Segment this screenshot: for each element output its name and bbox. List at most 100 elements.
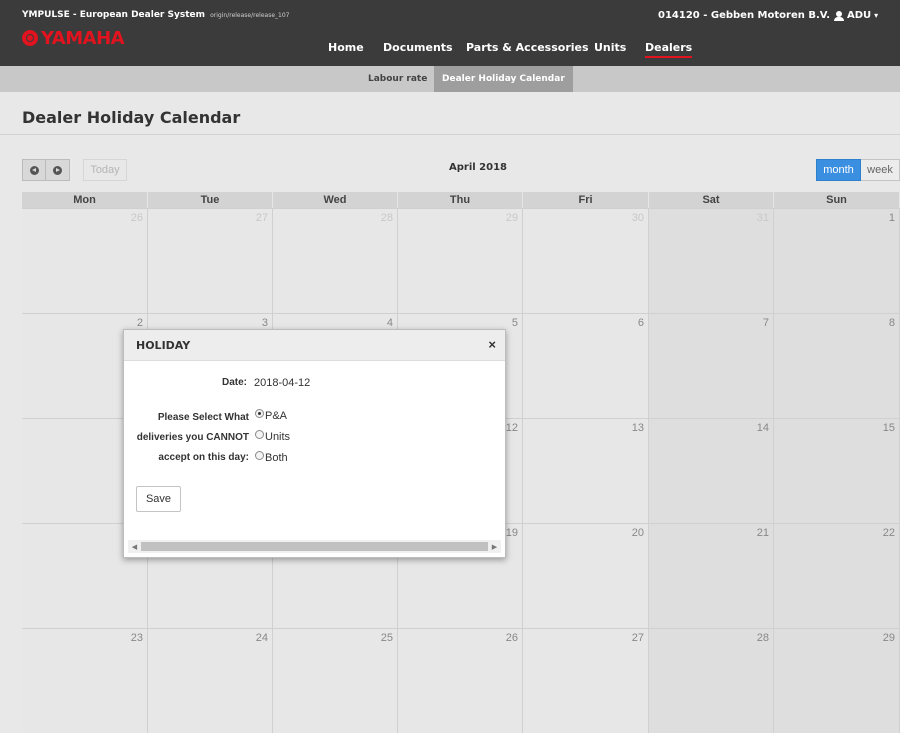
close-icon[interactable]: × [488,337,496,352]
day-number: 30 [631,212,644,224]
day-number: 7 [762,317,769,329]
weekday-thu: Thu [398,192,523,208]
weekday-wed: Wed [273,192,398,208]
scrollbar-thumb[interactable] [141,542,488,551]
today-button[interactable]: Today [83,159,127,181]
day-cell[interactable]: 6 [523,313,649,418]
subnav-dealer-holiday-calendar[interactable]: Dealer Holiday Calendar [434,66,573,92]
day-cell[interactable]: 27 [523,628,649,733]
radio-pa[interactable]: P&A [255,409,287,422]
radio-unchecked-icon[interactable] [255,451,264,460]
day-cell[interactable]: 8 [774,313,900,418]
top-header: YMPULSE - European Dealer System origin/… [0,0,900,66]
month-view-button[interactable]: month [816,159,861,181]
page-title: Dealer Holiday Calendar [22,108,241,127]
user-name: ADU [847,10,872,21]
week-row: 23 24 25 26 27 28 29 [22,628,900,733]
weekday-sat: Sat [649,192,774,208]
day-number: 29 [505,212,518,224]
radio-unchecked-icon[interactable] [255,430,264,439]
day-number: 26 [130,212,143,224]
weekday-sun: Sun [774,192,900,208]
next-button[interactable] [46,159,70,181]
day-number: 31 [756,212,769,224]
day-cell[interactable]: 25 [273,628,398,733]
radio-both[interactable]: Both [255,451,288,464]
day-cell[interactable]: 20 [523,523,649,628]
day-cell[interactable]: 30 [523,208,649,313]
chevron-circle-left-icon [29,165,39,175]
day-cell[interactable]: 26 [398,628,523,733]
save-button[interactable]: Save [136,486,181,512]
day-number: 28 [756,632,769,644]
day-number: 22 [882,527,895,539]
prev-button[interactable] [22,159,46,181]
day-number: 15 [882,422,895,434]
day-cell[interactable]: 1 [774,208,900,313]
day-number: 24 [255,632,268,644]
date-value: 2018-04-12 [254,377,311,389]
day-number: 12 [505,422,518,434]
day-cell[interactable]: 26 [22,208,148,313]
nav-parts-accessories[interactable]: Parts & Accessories [466,41,589,54]
day-cell[interactable]: 15 [774,418,900,523]
day-cell[interactable]: 31 [649,208,774,313]
day-cell[interactable]: 13 [523,418,649,523]
radio-checked-icon[interactable] [255,409,264,418]
weekday-fri: Fri [523,192,649,208]
holiday-modal: HOLIDAY × Date: 2018-04-12 Please Select… [123,329,506,558]
day-number: 21 [756,527,769,539]
caret-down-icon: ▾ [874,11,879,20]
week-view-button[interactable]: week [861,159,900,181]
yamaha-logo[interactable]: YAMAHA [22,28,125,49]
day-number: 28 [380,212,393,224]
chevron-circle-right-icon [53,165,62,175]
divider [0,134,900,135]
user-menu[interactable]: ADU ▾ [834,10,878,21]
day-cell[interactable]: 14 [649,418,774,523]
dealer-name[interactable]: 014120 - Gebben Motoren B.V. [658,10,830,21]
subnav-labour-rate[interactable]: Labour rate [360,66,435,92]
branch-label: origin/release/release_107 [210,12,290,19]
nav-units[interactable]: Units [594,41,626,54]
day-cell[interactable]: 23 [22,628,148,733]
horizontal-scrollbar[interactable]: ◀ ▶ [128,540,501,553]
radio-units[interactable]: Units [255,430,290,443]
week-row: 26 27 28 29 30 31 1 [22,208,900,313]
day-cell[interactable]: 7 [649,313,774,418]
day-cell[interactable]: 28 [649,628,774,733]
day-number: 13 [631,422,644,434]
weekday-tue: Tue [148,192,273,208]
nav-home[interactable]: Home [328,41,364,54]
day-cell[interactable]: 29 [774,628,900,733]
weekday-header: Mon Tue Wed Thu Fri Sat Sun [22,192,900,208]
day-cell[interactable]: 29 [398,208,523,313]
day-number: 14 [756,422,769,434]
day-number: 3 [261,317,268,329]
day-cell[interactable]: 22 [774,523,900,628]
month-label: April 2018 [449,162,507,173]
day-cell[interactable]: 21 [649,523,774,628]
nav-documents[interactable]: Documents [383,41,453,54]
day-number: 6 [637,317,644,329]
sub-nav: Labour rate Dealer Holiday Calendar [0,66,900,92]
day-number: 23 [130,632,143,644]
radio-units-label: Units [265,431,291,443]
view-switcher: month week [816,159,900,181]
deliveries-label: Please Select What deliveries you CANNOT… [136,412,249,463]
day-number: 25 [380,632,393,644]
day-number: 19 [505,527,518,539]
day-number: 27 [631,632,644,644]
day-cell[interactable]: 24 [148,628,273,733]
nav-dealers[interactable]: Dealers [645,41,693,58]
user-icon [834,10,844,21]
day-cell[interactable]: 27 [148,208,273,313]
scroll-left-icon[interactable]: ◀ [128,540,141,553]
day-number: 1 [888,212,895,224]
day-number: 8 [888,317,895,329]
yamaha-emblem-icon [22,30,38,46]
day-number: 20 [631,527,644,539]
scroll-right-icon[interactable]: ▶ [488,540,501,553]
day-cell[interactable]: 28 [273,208,398,313]
modal-title: HOLIDAY [136,339,191,352]
